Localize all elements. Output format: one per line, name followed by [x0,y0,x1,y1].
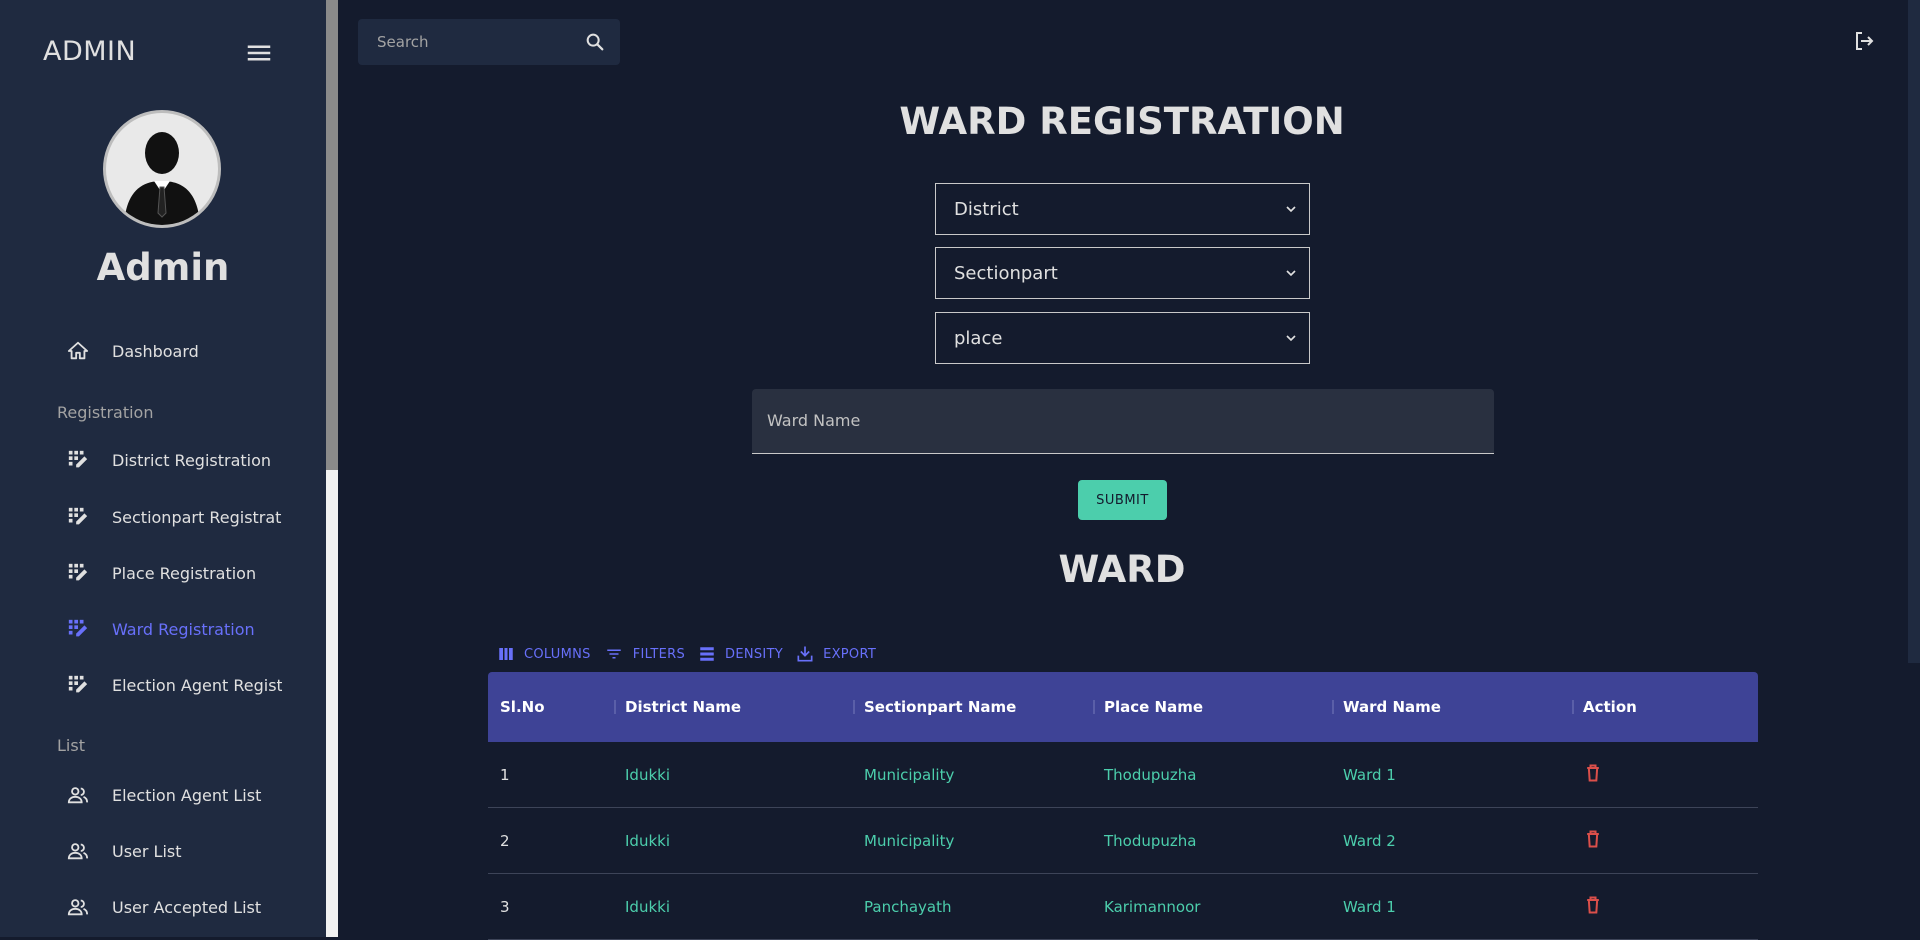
export-label: EXPORT [823,646,877,662]
search-icon[interactable] [584,31,606,57]
brand-title: ADMIN [43,36,137,67]
chevron-down-icon [1283,201,1299,222]
column-header[interactable]: Sl.No [488,698,613,716]
column-header[interactable]: District Name [613,698,852,716]
sidebar-item-label: Place Registration [112,563,257,583]
density-label: DENSITY [725,646,784,662]
download-icon [797,646,813,662]
table-row[interactable]: 3 Idukki Panchayath Karimannoor Ward 1 [488,874,1758,940]
delete-icon[interactable] [1571,894,1758,920]
cell-district: Idukki [625,897,670,916]
export-button[interactable]: EXPORT [795,644,876,664]
search-input[interactable] [358,32,579,52]
cell-section: Panchayath [864,897,952,916]
page-title: WARD REGISTRATION [899,100,1345,143]
columns-icon [499,648,513,660]
filters-label: FILTERS [632,646,686,662]
density-icon [700,647,714,661]
sidebar-item-election-agent-list[interactable]: Election Agent List [66,779,282,811]
chevron-down-icon [1283,265,1299,286]
grid-title: WARD [1058,548,1186,591]
app-registration-icon [66,505,90,529]
ward-table: Sl.No District Name Sectionpart Name Pla… [488,672,1758,940]
ward-name-label: Ward Name [767,411,861,430]
logout-icon[interactable] [1852,29,1876,57]
cell-section: Municipality [864,765,955,784]
sidebar-item-label: Ward Registration [112,619,255,639]
user-name: Admin [96,246,230,289]
sidebar-item-dashboard[interactable]: Dashboard [66,335,282,367]
main-scrollbar-thumb[interactable] [1908,0,1920,663]
cell-district: Idukki [625,831,670,850]
sidebar-item-ward-registration[interactable]: Ward Registration [66,613,282,645]
ward-name-field[interactable]: Ward Name [752,389,1494,454]
place-select[interactable]: place [935,312,1310,364]
table-row[interactable]: 2 Idukki Municipality Thodupuzha Ward 2 [488,808,1758,874]
sidebar-item-election-agent-registration[interactable]: Election Agent Registration [66,669,282,701]
place-select-value: place [954,327,1003,349]
people-icon [66,839,90,863]
density-button[interactable]: DENSITY [697,645,783,663]
column-header[interactable]: Sectionpart Name [852,698,1092,716]
delete-icon[interactable] [1571,762,1758,788]
column-header[interactable]: Action [1571,698,1758,716]
submit-button[interactable]: SUBMIT [1078,480,1167,520]
cell-district: Idukki [625,765,670,784]
filter-icon [606,649,621,659]
district-select-value: District [954,198,1019,220]
sectionpart-select[interactable]: Sectionpart [935,247,1310,299]
home-icon [66,339,90,363]
cell-place: Karimannoor [1104,897,1201,916]
cell-section: Municipality [864,831,955,850]
columns-button[interactable]: COLUMNS [496,645,591,663]
app-registration-icon [66,561,90,585]
cell-ward: Ward 2 [1343,831,1396,850]
column-header[interactable]: Place Name [1092,698,1331,716]
people-icon [66,783,90,807]
main-scrollbar[interactable] [1908,0,1920,937]
sidebar-item-user-accepted-list[interactable]: User Accepted List [66,891,282,923]
cell-ward: Ward 1 [1343,765,1396,784]
sidebar-item-label: District Registration [112,450,272,470]
chevron-down-icon [1283,330,1299,351]
sidebar-item-label: Dashboard [112,341,199,361]
avatar [103,110,221,228]
app-registration-icon [66,673,90,697]
cell-ward: Ward 1 [1343,897,1396,916]
district-select[interactable]: District [935,183,1310,235]
table-row[interactable]: 1 Idukki Municipality Thodupuzha Ward 1 [488,742,1758,808]
search-box [358,19,620,65]
app-registration-icon [66,448,90,472]
sidebar-item-label: Election Agent Registration [112,675,282,695]
column-header[interactable]: Ward Name [1331,698,1571,716]
filters-button[interactable]: FILTERS [603,645,685,663]
sectionpart-select-value: Sectionpart [954,262,1058,284]
people-icon [66,895,90,919]
cell-sl: 1 [500,765,510,784]
sidebar-item-label: User List [112,841,182,861]
delete-icon[interactable] [1571,828,1758,854]
cell-place: Thodupuzha [1104,765,1197,784]
sidebar-scrollbar-thumb[interactable] [326,0,338,470]
sidebar-item-label: User Accepted List [112,897,262,917]
grid-toolbar: COLUMNS FILTERS DENSITY EXPORT [496,642,888,666]
cell-sl: 3 [500,897,510,916]
sidebar-item-district-registration[interactable]: District Registration [66,444,282,476]
menu-icon[interactable] [244,38,274,68]
sidebar: ADMIN Admin Dashboard Registration Distr… [0,0,326,937]
cell-place: Thodupuzha [1104,831,1197,850]
sidebar-item-label: Sectionpart Registration [112,507,282,527]
section-registration: Registration [57,403,154,422]
sidebar-item-label: Election Agent List [112,785,262,805]
cell-sl: 2 [500,831,510,850]
sidebar-item-sectionpart-registration[interactable]: Sectionpart Registration [66,501,282,533]
app-registration-icon [66,617,90,641]
section-list: List [57,736,85,755]
sidebar-item-user-list[interactable]: User List [66,835,282,867]
table-header: Sl.No District Name Sectionpart Name Pla… [488,672,1758,742]
columns-label: COLUMNS [524,646,591,662]
sidebar-item-place-registration[interactable]: Place Registration [66,557,282,589]
